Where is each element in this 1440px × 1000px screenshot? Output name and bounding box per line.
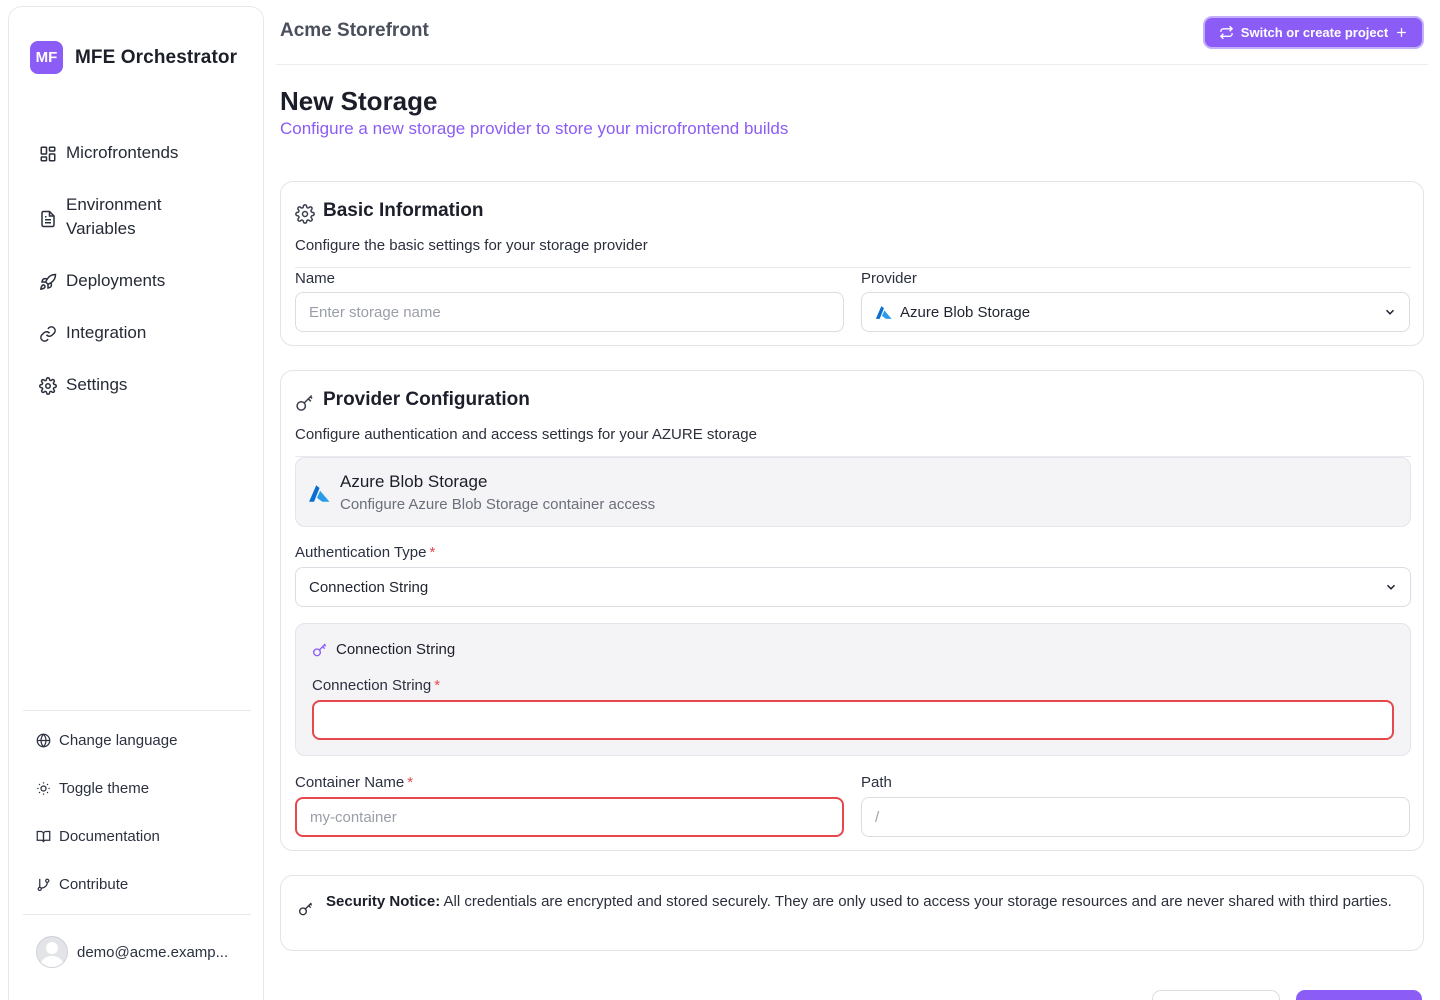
provider-label: Provider: [861, 270, 917, 287]
gear-icon: [39, 377, 57, 395]
sun-icon: [37, 782, 50, 795]
provider-select[interactable]: Azure Blob Storage: [861, 292, 1410, 332]
required-mark: *: [407, 774, 414, 791]
provider-panel-subtitle: Configure Azure Blob Storage container a…: [340, 496, 656, 513]
book-icon: [36, 830, 51, 843]
sidebar-item-settings[interactable]: Settings: [39, 375, 196, 397]
app-logo: MF: [30, 41, 63, 74]
documentation-link[interactable]: Documentation: [36, 828, 160, 845]
sidebar-item-label: Integration: [66, 323, 147, 342]
change-language-button[interactable]: Change language: [36, 732, 177, 749]
page-subtitle: Configure a new storage provider to stor…: [280, 119, 789, 138]
globe-icon: [36, 733, 51, 748]
auth-type-label-text: Authentication Type: [295, 544, 427, 561]
sidebar-divider: [23, 914, 251, 915]
auth-type-select[interactable]: Connection String: [295, 567, 1411, 607]
connection-string-label: Connection String *: [312, 677, 440, 694]
security-notice-text: Security Notice: All credentials are enc…: [326, 892, 1406, 912]
file-text-icon: [41, 210, 55, 228]
switch-project-label: Switch or create project: [1240, 25, 1389, 40]
name-input[interactable]: Enter storage name: [295, 292, 844, 332]
required-mark: *: [434, 677, 441, 694]
git-branch-icon: [37, 878, 50, 892]
container-name-label: Container Name *: [295, 774, 413, 791]
grid-icon: [40, 146, 56, 162]
page-title: New Storage: [280, 86, 438, 116]
user-email: demo@acme.examp...: [77, 943, 229, 961]
sidebar-item-label: Microfrontends: [66, 143, 179, 162]
key-icon: [296, 394, 313, 411]
sidebar-item-deployments[interactable]: Deployments: [39, 271, 196, 293]
util-label: Change language: [59, 732, 178, 749]
path-input[interactable]: /: [861, 797, 1410, 837]
toggle-theme-button[interactable]: Toggle theme: [36, 780, 149, 797]
sidebar: MF MFE Orchestrator Microfrontends Envir…: [8, 6, 264, 1000]
sidebar-item-microfrontends[interactable]: Microfrontends: [39, 143, 196, 165]
azure-icon: [875, 305, 892, 319]
connection-string-input[interactable]: [312, 700, 1394, 740]
connection-string-panel: Connection String Connection String *: [295, 623, 1411, 756]
auth-type-label: Authentication Type *: [295, 544, 435, 561]
header-divider: [276, 64, 1428, 65]
provider-info-panel: Azure Blob Storage Configure Azure Blob …: [295, 457, 1411, 527]
container-name-input[interactable]: my-container: [295, 797, 844, 837]
key-icon: [299, 902, 313, 916]
swap-icon: [1219, 25, 1233, 40]
user-menu[interactable]: demo@acme.examp...: [36, 936, 228, 968]
provider-panel-title: Azure Blob Storage: [340, 472, 488, 491]
sidebar-item-label: Deployments: [66, 271, 166, 290]
card-header: Provider Configuration: [295, 387, 530, 413]
card-title: Provider Configuration: [323, 389, 530, 410]
util-label: Contribute: [59, 876, 129, 893]
sidebar-item-label: Settings: [66, 375, 128, 394]
card-title: Basic Information: [323, 200, 484, 221]
connection-section-title: Connection String: [336, 641, 456, 658]
plus-icon: [1397, 28, 1407, 37]
gear-icon: [295, 204, 315, 224]
project-title: Acme Storefront: [280, 20, 429, 41]
provider-configuration-card: Provider Configuration Configure authent…: [280, 370, 1424, 851]
sidebar-divider: [23, 710, 251, 711]
switch-project-button[interactable]: Switch or create project: [1205, 18, 1422, 47]
provider-value: Azure Blob Storage: [900, 303, 1031, 321]
security-notice-body: All credentials are encrypted and stored…: [440, 893, 1392, 910]
container-name-label-text: Container Name: [295, 774, 405, 791]
cancel-button[interactable]: [1152, 990, 1280, 1000]
sidebar-item-integration[interactable]: Integration: [39, 323, 196, 345]
name-label: Name: [295, 270, 336, 287]
create-storage-button[interactable]: [1296, 990, 1422, 1000]
brand[interactable]: MF MFE Orchestrator: [30, 41, 237, 74]
azure-icon: [309, 485, 330, 502]
chevron-down-icon: [1386, 584, 1396, 590]
key-icon: [313, 643, 327, 657]
util-label: Toggle theme: [59, 780, 150, 797]
chevron-down-icon: [1385, 309, 1395, 315]
avatar: [36, 936, 68, 968]
required-mark: *: [429, 544, 436, 561]
rocket-icon: [39, 273, 57, 291]
card-divider: [295, 267, 1411, 268]
card-header: Basic Information: [295, 198, 483, 224]
auth-type-value: Connection String: [309, 578, 429, 596]
card-description: Configure authentication and access sett…: [295, 426, 757, 443]
card-description: Configure the basic settings for your st…: [295, 237, 648, 254]
util-label: Documentation: [59, 828, 160, 845]
basic-information-card: Basic Information Configure the basic se…: [280, 181, 1424, 346]
security-notice-bold: Security Notice:: [326, 893, 441, 910]
app-name: MFE Orchestrator: [75, 46, 238, 68]
path-label: Path: [861, 774, 892, 791]
connection-string-label-text: Connection String: [312, 677, 432, 694]
sidebar-item-environment-variables[interactable]: Environment Variables: [39, 195, 196, 241]
sidebar-item-label: Environment Variables: [66, 195, 162, 238]
link-icon: [40, 326, 56, 342]
contribute-link[interactable]: Contribute: [36, 876, 128, 893]
security-notice: Security Notice: All credentials are enc…: [280, 875, 1424, 951]
